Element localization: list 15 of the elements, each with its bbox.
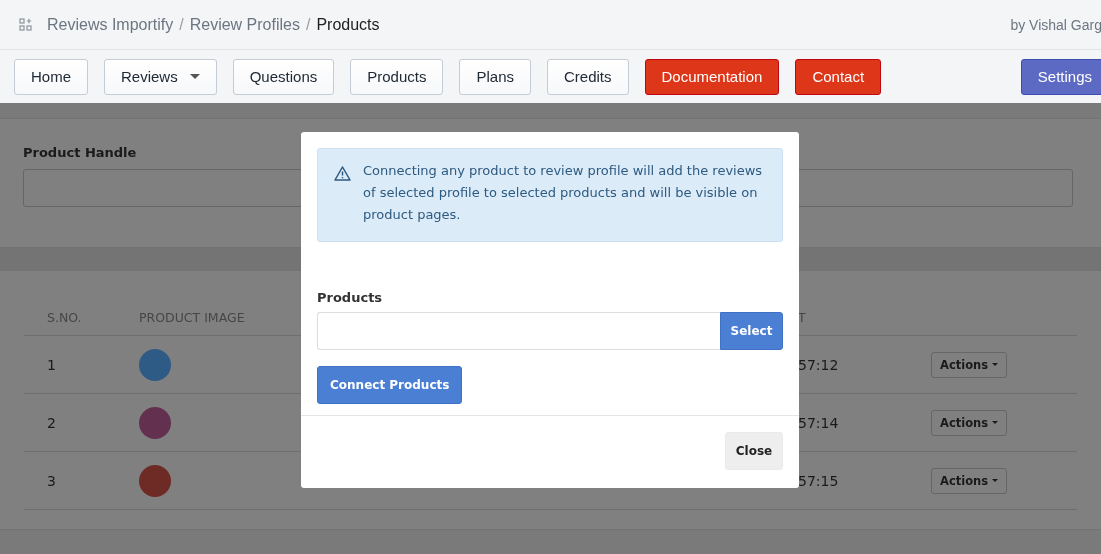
table-cell-text: 57:12 (798, 356, 840, 373)
table-cell-text: 1 (47, 356, 57, 373)
breadcrumb-current: Products (316, 15, 380, 34)
column-header: S.NO. (47, 309, 83, 325)
alert-message: Connecting any product to review profile will add the reviews of selected profile to selected products and will be visible on product pages. (363, 162, 764, 224)
table-cell-text: 3 (47, 472, 57, 489)
table-cell-text: 2 (47, 414, 57, 431)
field-label: Product Handle (23, 145, 138, 160)
author-credit: by Vishal Garg (1010, 16, 1101, 33)
breadcrumb-separator: / (305, 15, 311, 34)
field-label: Products (317, 290, 384, 305)
table-cell-text: 57:14 (798, 414, 840, 431)
breadcrumb-separator: / (179, 15, 184, 34)
table-cell-text: 57:15 (798, 472, 840, 489)
column-header: PRODUCT IMAGE (139, 309, 246, 325)
